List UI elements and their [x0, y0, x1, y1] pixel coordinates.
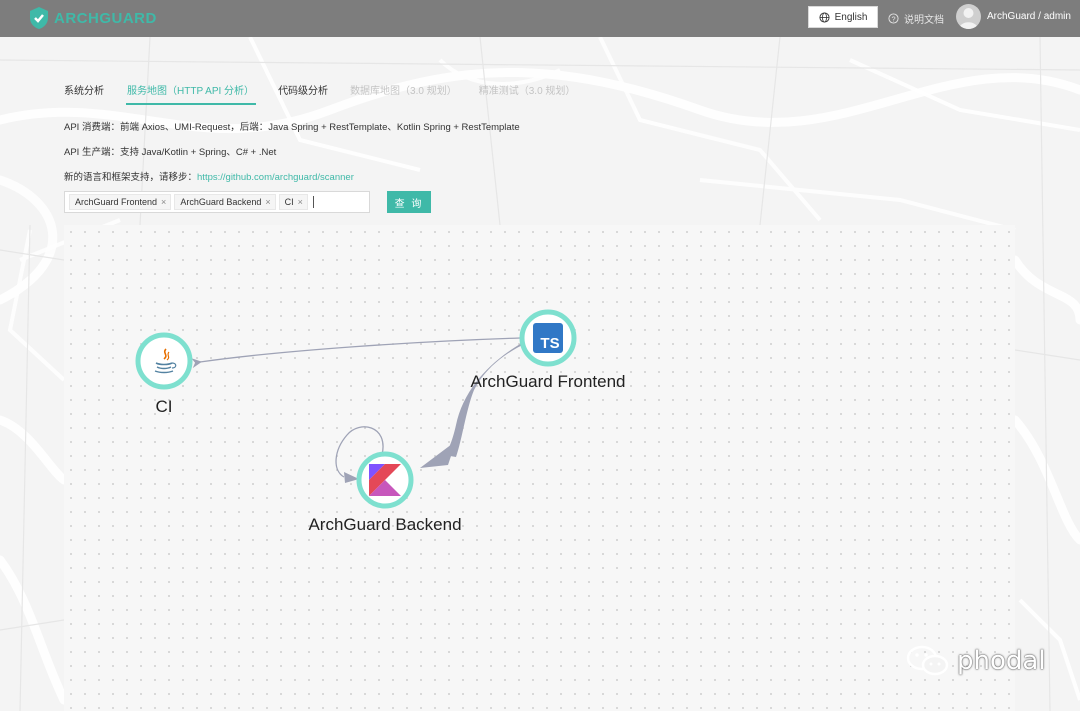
selected-tag: ArchGuard Backend ×: [174, 194, 276, 210]
close-icon[interactable]: ×: [265, 197, 270, 207]
more-languages-text: 新的语言和框架支持，请移步：: [64, 172, 198, 183]
system-select[interactable]: ArchGuard Frontend × ArchGuard Backend ×…: [64, 191, 370, 213]
svg-text:TS: TS: [540, 335, 559, 352]
avatar: [956, 4, 981, 29]
tab-precise-testing: 精准测试（3.0 规划）: [478, 86, 576, 97]
user-menu[interactable]: ArchGuard / admin: [956, 4, 1071, 29]
more-languages-info: 新的语言和框架支持，请移步：https://github.com/archgua…: [64, 169, 354, 183]
svg-text:?: ?: [891, 14, 895, 23]
edge-frontend-to-backend[interactable]: [444, 343, 527, 457]
tab-system-analysis[interactable]: 系统分析: [64, 82, 104, 105]
selected-tag: ArchGuard Frontend ×: [69, 194, 172, 210]
selected-tag: CI ×: [278, 194, 308, 210]
node-label: ArchGuard Frontend: [471, 372, 626, 391]
text-cursor: [312, 196, 314, 208]
node-label: ArchGuard Backend: [308, 515, 461, 534]
user-icon: [959, 8, 978, 29]
node-frontend[interactable]: TS ArchGuard Frontend: [471, 309, 626, 391]
wechat-icon: [906, 645, 949, 676]
question-circle-icon: ?: [888, 13, 899, 24]
tab-service-map[interactable]: 服务地图（HTTP API 分析）: [126, 82, 257, 105]
close-icon[interactable]: ×: [161, 197, 166, 207]
edge-frontend-to-ci[interactable]: [191, 337, 521, 369]
scanner-link[interactable]: https://github.com/archguard/scanner: [197, 172, 354, 183]
tab-database-map: 数据库地图（3.0 规划）: [350, 86, 457, 97]
query-button[interactable]: 查 询: [387, 191, 431, 213]
typescript-icon: TS: [533, 323, 563, 353]
analysis-tabs: 系统分析 服务地图（HTTP API 分析） 代码级分析 数据库地图（3.0 规…: [64, 82, 597, 105]
watermark: phodal: [905, 643, 1046, 679]
close-icon[interactable]: ×: [298, 197, 303, 207]
tag-label: ArchGuard Backend: [180, 197, 262, 207]
node-ci[interactable]: CI: [135, 332, 193, 416]
shield-logo-icon: [30, 7, 48, 29]
watermark-text: phodal: [957, 646, 1046, 676]
language-button[interactable]: English: [808, 6, 878, 28]
logo-text: ARCHGUARD: [54, 9, 157, 27]
language-label: English: [834, 11, 868, 23]
docs-label: 说明文档: [904, 15, 944, 26]
tag-label: CI: [284, 197, 294, 207]
api-consumer-info: API 消费端：前端 Axios、UMI-Request，后端：Java Spr…: [64, 122, 520, 133]
archguard-logo[interactable]: ARCHGUARD: [28, 6, 157, 30]
tab-code-analysis[interactable]: 代码级分析: [278, 82, 328, 105]
user-name: ArchGuard / admin: [987, 11, 1071, 22]
node-label: CI: [156, 397, 173, 416]
api-producer-info: API 生产端：支持 Java/Kotlin + Spring、C# + .Ne…: [64, 147, 277, 158]
globe-icon: [819, 11, 830, 23]
docs-link[interactable]: ? 说明文档: [888, 11, 944, 26]
service-graph[interactable]: CI TS ArchGuard Frontend ArchGuard Backe…: [64, 225, 1015, 711]
tag-label: ArchGuard Frontend: [75, 197, 158, 207]
service-map-canvas[interactable]: CI TS ArchGuard Frontend ArchGuard Backe…: [64, 225, 1015, 711]
top-bar: ARCHGUARD English ? 说明文档 ArchGuard / adm…: [0, 0, 1080, 37]
